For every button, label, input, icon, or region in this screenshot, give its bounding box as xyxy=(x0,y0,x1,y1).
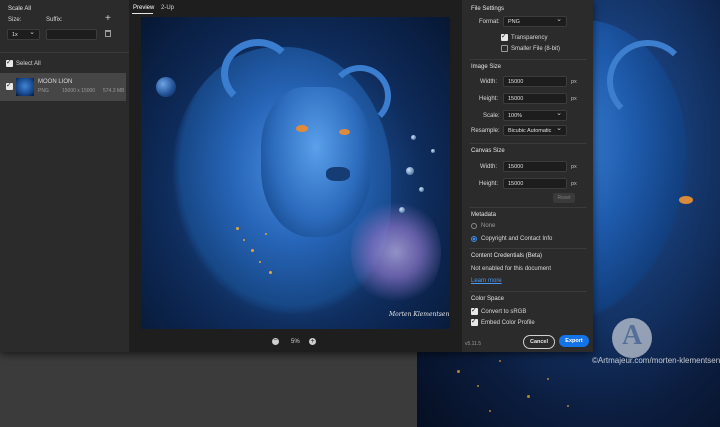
select-all-label: Select All xyxy=(16,61,41,67)
asset-format: PNG xyxy=(38,88,49,94)
content-credentials-status: Not enabled for this document xyxy=(471,266,552,272)
scale-label: Scale: xyxy=(483,113,500,119)
tab-preview-underline xyxy=(132,13,153,14)
resample-label: Resample: xyxy=(471,128,500,134)
asset-name: MOON LION xyxy=(38,79,73,85)
asset-list-panel: Scale All Size: Suffix: + 1x Select All … xyxy=(0,0,130,352)
suffix-label: Suffix: xyxy=(46,17,63,23)
asset-dimensions: 15000 x 15000 xyxy=(62,88,96,94)
asset-row[interactable]: MOON LION PNG 15000 x 15000 574.3 MB xyxy=(0,73,126,101)
zoom-in-icon[interactable]: + xyxy=(309,338,316,345)
workspace-pasteboard xyxy=(0,352,417,427)
export-button[interactable]: Export xyxy=(559,335,589,347)
convert-srgb-checkbox[interactable] xyxy=(471,306,478,315)
size-label: Size: xyxy=(8,17,22,23)
canvas-width-label: Width: xyxy=(480,164,498,170)
image-width-unit: px xyxy=(571,79,577,85)
asset-thumbnail xyxy=(16,78,34,96)
watermark-text: ©Artmajeur.com/morten-klementsen xyxy=(592,356,720,365)
divider xyxy=(0,52,129,53)
metadata-heading: Metadata xyxy=(471,212,497,218)
scale-select[interactable]: 100% xyxy=(503,108,567,121)
export-as-dialog: Scale All Size: Suffix: + 1x Select All … xyxy=(0,0,593,352)
add-scale-icon[interactable]: + xyxy=(105,13,111,24)
color-space-heading: Color Space xyxy=(471,296,505,302)
suffix-input[interactable] xyxy=(46,29,97,40)
image-height-input[interactable]: 15000 xyxy=(503,93,567,104)
image-size-heading: Image Size xyxy=(471,64,502,70)
moon-planet-shape xyxy=(156,77,176,97)
select-all-checkbox[interactable] xyxy=(6,58,13,67)
lion-nose-shape xyxy=(326,167,350,181)
watermark-logo-letter: A xyxy=(622,320,643,351)
asset-filesize: 574.3 MB xyxy=(103,88,125,94)
divider xyxy=(469,59,587,60)
tab-2-up[interactable]: 2-Up xyxy=(161,5,174,11)
content-credentials-heading: Content Credentials (Beta) xyxy=(471,253,543,259)
smaller-file-checkbox[interactable] xyxy=(501,45,508,52)
canvas-size-heading: Canvas Size xyxy=(471,148,505,154)
canvas-width-unit: px xyxy=(571,164,577,170)
canvas-width-input[interactable]: 15000 xyxy=(503,161,567,172)
version-label: v5.11.5 xyxy=(465,341,482,347)
zoom-level: 5% xyxy=(291,339,300,345)
transparency-checkbox[interactable] xyxy=(501,32,508,41)
canvas-height-label: Height: xyxy=(479,181,499,187)
lion-eye-shape xyxy=(679,196,693,204)
file-settings-heading: File Settings xyxy=(471,6,505,12)
lion-eye-shape xyxy=(296,125,308,132)
trash-icon[interactable] xyxy=(105,30,111,37)
divider xyxy=(469,291,587,292)
format-label: Format: xyxy=(479,19,500,25)
lion-ear-shape xyxy=(329,65,391,127)
smaller-file-label: Smaller File (8-bit) xyxy=(511,46,561,52)
divider xyxy=(469,207,587,208)
artist-signature: Morten Klementsen xyxy=(389,311,450,318)
metadata-none-radio[interactable] xyxy=(471,223,477,229)
scale-all-heading: Scale All xyxy=(8,6,32,12)
preview-image: Morten Klementsen xyxy=(141,17,450,329)
metadata-copyright-label: Copyright and Contact Info xyxy=(481,236,553,242)
export-settings-panel: File Settings Format: PNG Transparency S… xyxy=(463,0,593,352)
image-height-unit: px xyxy=(571,96,577,102)
zoom-out-icon[interactable]: − xyxy=(272,337,279,345)
cancel-button[interactable]: Cancel xyxy=(523,335,555,349)
metadata-none-label: None xyxy=(481,223,496,229)
tab-preview[interactable]: Preview xyxy=(133,5,154,11)
image-width-input[interactable]: 15000 xyxy=(503,76,567,87)
image-width-label: Width: xyxy=(480,79,498,85)
learn-more-link[interactable]: Learn more xyxy=(471,278,502,284)
lion-ear-shape xyxy=(607,40,689,122)
image-height-label: Height: xyxy=(479,96,499,102)
canvas-height-input[interactable]: 15000 xyxy=(503,178,567,189)
transparency-label: Transparency xyxy=(511,35,548,41)
metadata-copyright-radio[interactable] xyxy=(471,236,477,242)
lion-ear-shape xyxy=(221,39,295,108)
embed-profile-checkbox[interactable] xyxy=(471,317,478,326)
reset-button[interactable]: Reset xyxy=(553,193,575,203)
embed-profile-label: Embed Color Profile xyxy=(481,320,535,326)
convert-srgb-label: Convert to sRGB xyxy=(481,309,527,315)
asset-checkbox[interactable] xyxy=(6,81,13,90)
size-select[interactable]: 1x xyxy=(7,27,40,40)
resample-select[interactable]: Bicubic Automatic xyxy=(503,123,567,136)
format-select[interactable]: PNG xyxy=(503,14,567,27)
divider xyxy=(469,143,587,144)
divider xyxy=(469,248,587,249)
lion-chest-glow xyxy=(351,197,441,307)
canvas-height-unit: px xyxy=(571,181,577,187)
lion-eye-shape xyxy=(339,129,350,135)
